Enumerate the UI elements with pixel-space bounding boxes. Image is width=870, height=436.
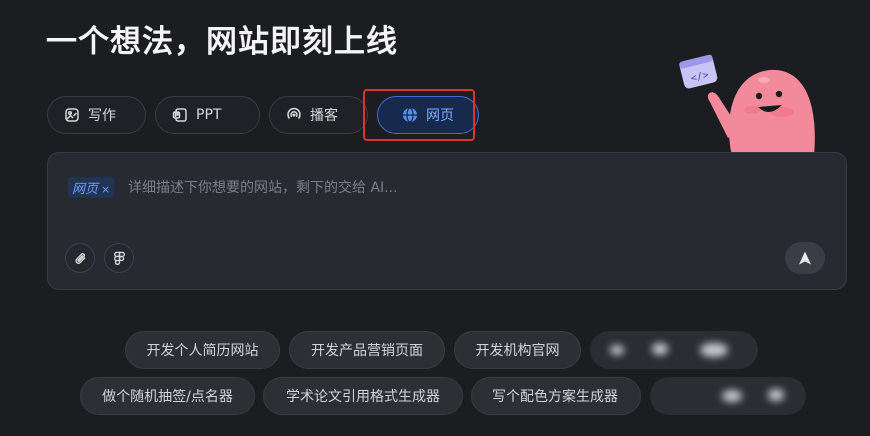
- tab-label: PPT: [196, 107, 222, 123]
- tab-label: 播客: [310, 108, 338, 124]
- chip-close-icon[interactable]: ×: [101, 183, 110, 196]
- suggestion-chip[interactable]: 开发个人简历网站: [125, 331, 280, 369]
- suggestion-chip[interactable]: 写个配色方案生成器: [471, 377, 641, 415]
- figma-icon: [113, 251, 125, 265]
- selection-highlight: [363, 89, 475, 141]
- blurred-suggestion[interactable]: [590, 331, 758, 369]
- webpage-chip[interactable]: 网页 ×: [68, 177, 115, 198]
- tab-podcast[interactable]: 播客: [269, 96, 368, 134]
- tab-label: 写作: [88, 108, 116, 124]
- suggestion-chip[interactable]: 做个随机抽签/点名器: [80, 377, 255, 415]
- suggestion-chip[interactable]: 学术论文引用格式生成器: [263, 377, 463, 415]
- tab-ppt[interactable]: PPT: [155, 96, 260, 134]
- podcast-icon: [287, 107, 301, 119]
- tab-writing[interactable]: 写作: [47, 96, 146, 134]
- send-arrow-icon: [799, 251, 811, 265]
- suggestion-chip[interactable]: 开发机构官网: [454, 331, 581, 369]
- presentation-icon: [172, 108, 187, 122]
- chip-label: 网页: [72, 182, 99, 197]
- mascot-illustration: </>: [679, 54, 815, 156]
- attach-button[interactable]: [65, 243, 95, 273]
- prompt-box[interactable]: 网页 × 详细描述下你想要的网站，剩下的交给 AI...: [47, 152, 847, 290]
- figma-button[interactable]: [104, 243, 134, 273]
- image-edit-icon: [65, 108, 79, 122]
- send-button[interactable]: [785, 242, 825, 274]
- suggestion-chip[interactable]: 开发产品营销页面: [289, 331, 445, 369]
- paperclip-icon: [74, 252, 85, 264]
- blurred-suggestion[interactable]: [650, 377, 806, 415]
- prompt-placeholder[interactable]: 详细描述下你想要的网站，剩下的交给 AI...: [128, 177, 398, 197]
- page-title: 一个想法，网站即刻上线: [46, 24, 398, 60]
